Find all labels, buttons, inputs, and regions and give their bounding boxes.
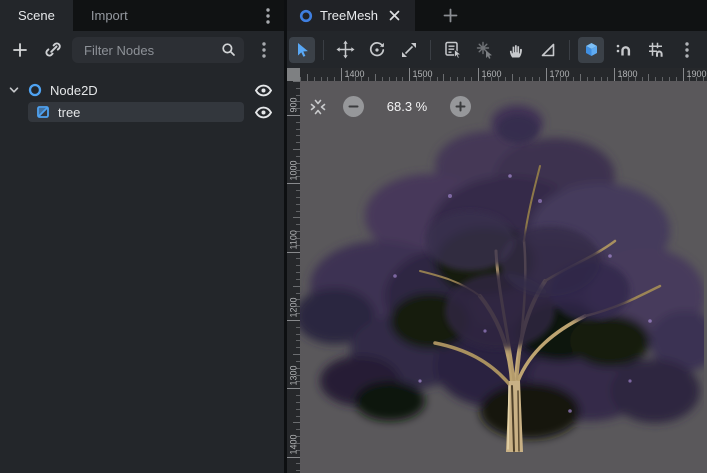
tab-scene-label: Scene <box>18 8 55 23</box>
mesh-cube-icon <box>582 40 601 59</box>
new-scene-tab-button[interactable] <box>435 0 465 31</box>
select-arrow-icon <box>293 41 311 59</box>
tab-import-label: Import <box>91 8 128 23</box>
select-mode-button[interactable] <box>289 37 315 63</box>
svg-text:1300: 1300 <box>289 365 299 385</box>
list-select-icon <box>443 40 462 59</box>
svg-text:1500: 1500 <box>413 69 433 79</box>
svg-text:1000: 1000 <box>289 160 299 180</box>
smart-snap-button[interactable] <box>610 37 636 63</box>
zoom-percentage[interactable]: 68.3 % <box>370 99 444 114</box>
pivot-mode-button[interactable] <box>471 37 497 63</box>
eye-icon <box>254 106 273 119</box>
scene-tree-options-button[interactable] <box>252 38 276 62</box>
filter-nodes-input[interactable] <box>72 37 244 63</box>
svg-text:1800: 1800 <box>618 69 638 79</box>
tree-row-node2d[interactable]: Node2D <box>0 79 284 101</box>
grid-snap-icon <box>646 40 665 59</box>
grid-snap-button[interactable] <box>642 37 668 63</box>
scene-node2d-icon <box>299 9 313 23</box>
minus-icon <box>348 101 359 112</box>
instantiate-scene-button[interactable] <box>40 38 64 62</box>
move-icon <box>336 40 355 59</box>
center-view-icon[interactable] <box>308 97 328 117</box>
close-tab-button[interactable] <box>385 7 403 25</box>
visibility-eye-button[interactable] <box>250 101 276 123</box>
svg-text:1200: 1200 <box>289 297 299 317</box>
scene-tree: Node2D tree <box>0 69 284 473</box>
node2d-icon <box>28 83 42 97</box>
tab-scene[interactable]: Scene <box>0 0 73 31</box>
pivot-icon <box>475 40 494 59</box>
scene-dock: Scene Import <box>0 0 287 473</box>
node-label: Node2D <box>50 83 250 98</box>
tree-row-tree[interactable]: tree <box>0 101 284 123</box>
toolbar-separator <box>323 40 324 60</box>
visibility-eye-button[interactable] <box>250 79 276 101</box>
node-label: tree <box>58 105 250 120</box>
smart-snap-magnet-icon <box>614 40 633 59</box>
vertical-dots-icon <box>266 8 270 24</box>
tab-import[interactable]: Import <box>73 0 146 31</box>
mesh-menu-button[interactable] <box>578 37 604 63</box>
toolbar-separator <box>430 40 431 60</box>
close-icon <box>389 10 400 21</box>
list-select-button[interactable] <box>439 37 465 63</box>
scale-icon <box>400 41 418 59</box>
canvas-toolbar <box>287 31 707 68</box>
vertical-dots-icon <box>262 42 266 58</box>
move-mode-button[interactable] <box>332 37 358 63</box>
snap-options-button[interactable] <box>674 37 700 63</box>
canvas-area: 140015001600170018001900 900 1000 1100 1200… <box>287 68 707 473</box>
viewport-canvas[interactable]: 68.3 % <box>300 81 707 473</box>
tab-treemesh-label: TreeMesh <box>320 8 378 23</box>
scene-dock-tabbar: Scene Import <box>0 0 284 31</box>
ruler-mode-button[interactable] <box>535 37 561 63</box>
pan-mode-button[interactable] <box>503 37 529 63</box>
plus-icon <box>455 101 466 112</box>
rotate-mode-button[interactable] <box>364 37 390 63</box>
v-ruler: 900 1000 1100 1200 1300 1400 <box>287 81 300 473</box>
eye-icon <box>254 84 273 97</box>
zoom-in-button[interactable] <box>450 96 471 117</box>
zoom-controls: 68.3 % <box>308 96 471 117</box>
scale-mode-button[interactable] <box>396 37 422 63</box>
svg-text:900: 900 <box>289 97 299 112</box>
add-node-button[interactable] <box>8 38 32 62</box>
svg-text:1100: 1100 <box>289 230 299 249</box>
tree-sprite[interactable] <box>300 81 704 473</box>
scene-tabbar: TreeMesh <box>287 0 707 31</box>
ruler-icon <box>539 41 557 59</box>
svg-text:1400: 1400 <box>289 434 299 454</box>
dock-menu-button[interactable] <box>258 0 278 31</box>
collapse-chevron-icon[interactable] <box>8 84 20 96</box>
h-ruler: 140015001600170018001900 <box>300 68 707 81</box>
zoom-out-button[interactable] <box>343 96 364 117</box>
rotate-icon <box>368 41 386 59</box>
godot-editor-window: Scene Import <box>0 0 707 473</box>
vertical-dots-icon <box>685 42 689 58</box>
toolbar-separator <box>569 40 570 60</box>
filter-nodes-field <box>72 37 244 63</box>
plus-icon <box>443 8 458 23</box>
link-icon <box>44 42 61 59</box>
tab-treemesh[interactable]: TreeMesh <box>287 0 415 31</box>
ruler-corner <box>287 68 300 81</box>
plus-icon <box>12 42 28 58</box>
scene-dock-toolbar <box>0 31 284 69</box>
pan-hand-icon <box>507 41 525 59</box>
search-icon <box>221 42 236 57</box>
mesh-instance-2d-icon <box>36 105 50 119</box>
main-viewport-panel: TreeMesh <box>287 0 707 473</box>
